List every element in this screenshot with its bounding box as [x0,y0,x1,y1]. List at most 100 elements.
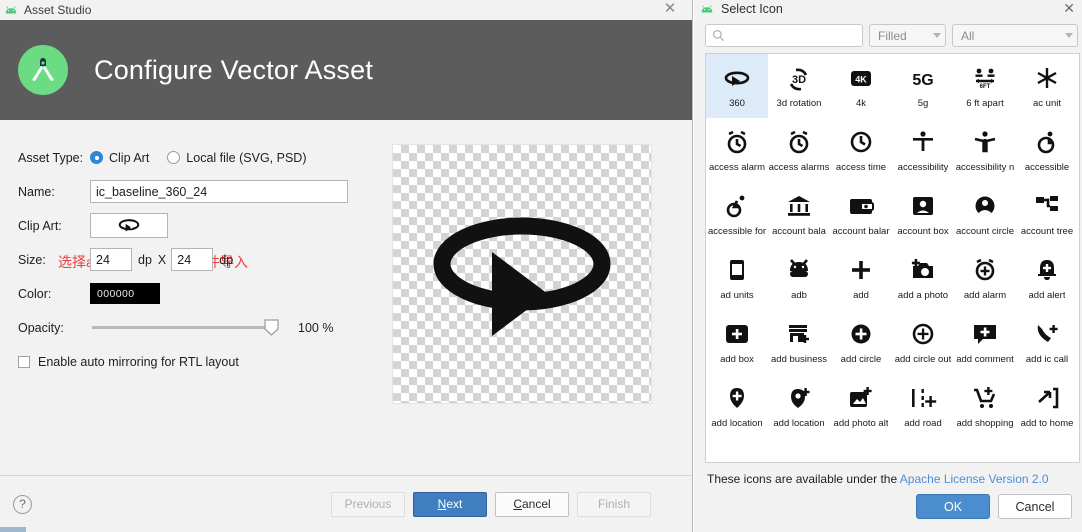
icon-cell[interactable]: add alarm [954,246,1016,310]
account-balance-wallet-icon [847,189,875,223]
style-filter-dropdown[interactable]: Filled [869,24,946,47]
icon-cell[interactable]: 360 [706,54,768,118]
select-icon-title: Select Icon [721,2,783,16]
finish-button[interactable]: Finish [577,491,651,517]
icon-cell[interactable]: add ic call [1016,310,1078,374]
icon-cell[interactable]: add comment [954,310,1016,374]
icon-grid-container[interactable]: 360 3D 3d rotation 4K 4k 5G 5g 6FT 6 ft apart ac … [705,53,1080,463]
android-logo-icon [700,4,714,14]
name-row: Name: ic_baseline_360_24 [18,178,370,205]
icon-cell[interactable]: add business [768,310,830,374]
add-shopping-cart-icon [971,381,999,415]
help-icon[interactable]: ? [13,494,32,514]
icon-cell[interactable]: add circle out [892,310,954,374]
icon-cell[interactable]: accessibility [892,118,954,182]
icon-cell[interactable]: account circle [954,182,1016,246]
icon-cell[interactable]: account balar [830,182,892,246]
select-icon-dialog: Select Icon ✕ Filled All 360 3D 3d rotatio… [694,0,1082,532]
icon-cell[interactable]: accessible for [706,182,768,246]
icon-cell[interactable]: account tree [1016,182,1078,246]
account-box-icon [909,189,937,223]
add-alarm-icon [971,253,999,287]
icon-cell-label: add a photo [897,290,949,301]
search-input[interactable] [730,27,856,44]
icon-cell-label: accessible for [707,226,767,237]
icon-cell[interactable]: accessibility n [954,118,1016,182]
4k-icon: 4K [847,61,875,95]
opacity-slider-thumb[interactable] [264,319,279,336]
radio-clip-art-label: Clip Art [109,150,150,165]
icon-cell[interactable]: add circle [830,310,892,374]
icon-cell[interactable]: add photo alt [830,374,892,438]
select-icon-cancel-button[interactable]: Cancel [998,494,1072,519]
add-road-icon [909,381,937,415]
icon-cell[interactable]: add a photo [892,246,954,310]
icon-cell[interactable]: adb [768,246,830,310]
radio-clip-art[interactable]: Clip Art [90,151,149,165]
icon-cell-label: accessibility [897,162,949,173]
icon-cell[interactable]: account box [892,182,954,246]
icon-cell[interactable]: add location [768,374,830,438]
icon-cell-label: accessibility n [955,162,1015,173]
opacity-slider[interactable] [92,319,279,336]
icon-cell[interactable]: add alert [1016,246,1078,310]
cancel-button[interactable]: Cancel [495,491,569,517]
icon-cell[interactable]: add box [706,310,768,374]
radio-local-file[interactable]: Local file (SVG, PSD) [167,151,306,165]
search-field[interactable] [705,24,863,47]
scroll-indicator[interactable] [0,527,26,532]
category-filter-dropdown[interactable]: All [952,24,1078,47]
icon-cell[interactable]: access alarm [706,118,768,182]
icon-cell[interactable]: ad units [706,246,768,310]
icon-cell-label: access time [835,162,887,173]
icon-cell-label: account tree [1020,226,1074,237]
close-icon[interactable]: ✕ [662,1,678,17]
size-unit-height: dp [219,252,234,267]
previous-button[interactable]: Previous [331,491,405,517]
icon-cell[interactable]: add road [892,374,954,438]
close-icon[interactable]: ✕ [1063,0,1075,17]
size-height-input[interactable]: 24 [171,248,214,271]
radio-clip-art-indicator [90,151,103,164]
mirroring-checkbox[interactable] [18,355,30,368]
icon-cell[interactable]: ac unit [1016,54,1078,118]
icon-cell-label: add ic call [1025,354,1069,365]
apache-license-link[interactable]: Apache License Version 2.0 [900,472,1049,486]
icon-cell[interactable]: add to home [1016,374,1078,438]
clip-art-label: Clip Art: [18,218,62,233]
icon-cell[interactable]: add shopping [954,374,1016,438]
icon-cell[interactable]: 4K 4k [830,54,892,118]
six-ft-apart-icon: 6FT [971,61,999,95]
icon-cell[interactable]: accessible [1016,118,1078,182]
icon-cell[interactable]: 3D 3d rotation [768,54,830,118]
icon-cell-label: add to home [1020,418,1074,429]
add-photo-alternate-icon [847,381,875,415]
icon-cell-label: add shopping [956,418,1014,429]
ac-unit-icon [1033,61,1061,95]
icon-cell[interactable]: access alarms [768,118,830,182]
name-input[interactable]: ic_baseline_360_24 [90,180,348,203]
clip-art-row: Clip Art: [18,212,370,239]
next-button[interactable]: Next [413,491,487,517]
icon-cell[interactable]: account bala [768,182,830,246]
icon-cell[interactable]: 6FT 6 ft apart [954,54,1016,118]
color-swatch[interactable]: 000000 [90,283,160,304]
clip-art-button[interactable] [90,213,168,238]
add-alert-icon [1033,253,1061,287]
icon-cell[interactable]: add [830,246,892,310]
asset-studio-title: Asset Studio [24,3,92,17]
mirroring-row[interactable]: Enable auto mirroring for RTL layout [18,348,370,375]
mirroring-label: Enable auto mirroring for RTL layout [38,354,239,369]
icon-cell-label: access alarm [709,162,765,173]
account-tree-icon [1033,189,1061,223]
size-width-input[interactable]: 24 [90,248,132,271]
icon-cell[interactable]: add location [706,374,768,438]
ok-button[interactable]: OK [916,494,990,519]
select-icon-buttons: OK Cancel [694,486,1082,519]
add-location-icon [723,381,751,415]
icon-cell[interactable]: access time [830,118,892,182]
asset-preview [392,144,652,404]
icon-cell-label: access alarms [768,162,830,173]
size-label: Size: [18,252,46,267]
icon-cell[interactable]: 5G 5g [892,54,954,118]
